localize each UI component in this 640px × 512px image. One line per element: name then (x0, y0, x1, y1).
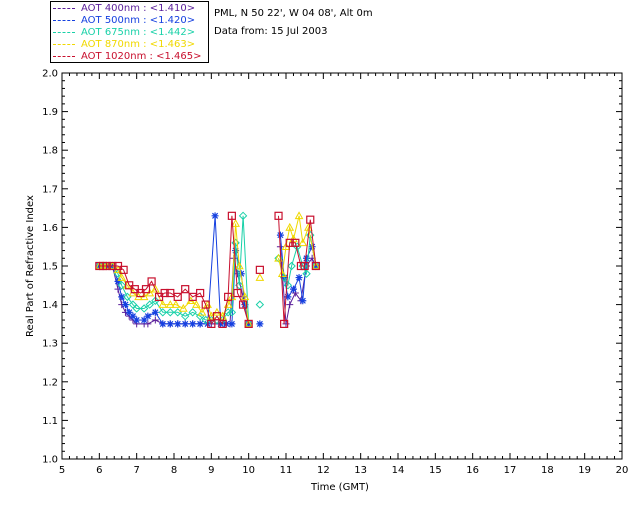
plot-axes (61, 72, 623, 460)
legend-swatch (53, 43, 75, 45)
legend-swatch (53, 19, 75, 21)
legend-item: AOT 870nm : <1.463> (53, 39, 195, 51)
x-tick-label: 14 (392, 465, 405, 476)
x-tick-label: 10 (242, 465, 255, 476)
x-tick-label: 7 (133, 465, 139, 476)
data-point (144, 312, 152, 320)
y-tick-label: 1.4 (42, 300, 58, 311)
x-tick-label: 15 (429, 465, 442, 476)
chart-canvas: 5 6 7 8 9 10 11 12 13 14 15 16 17 18 19 20 1.0 1.1 1.2 1.3 1… (25, 69, 628, 494)
data-point (276, 231, 284, 239)
data-point (196, 320, 204, 328)
legend-item: AOT 500nm : <1.420> (53, 15, 195, 27)
plot-frame (61, 72, 623, 460)
legend-swatch (53, 7, 75, 9)
y-tick-label: 1.5 (42, 262, 58, 273)
data-point (211, 212, 219, 220)
y-axis-label: Real Part of Refractive Index (25, 195, 36, 337)
data-point (228, 320, 236, 328)
y-tick-label: 1.1 (42, 416, 58, 427)
x-tick-label: 5 (59, 465, 65, 476)
legend-swatch (53, 55, 75, 57)
x-tick-label: 19 (578, 465, 591, 476)
legend-label: AOT 400nm : <1.410> (81, 3, 196, 14)
series-layer (94, 211, 321, 329)
data-point (159, 320, 167, 328)
site-info: PML, N 50 22', W 04 08', Alt 0m (214, 8, 373, 19)
x-tick-label: 13 (354, 465, 367, 476)
date-info: Data from: 15 Jul 2003 (214, 26, 328, 37)
y-tick-label: 1.3 (42, 339, 58, 350)
data-point (299, 297, 307, 305)
data-point (255, 265, 264, 274)
data-point (166, 320, 174, 328)
data-point (151, 316, 159, 324)
x-tick-label: 17 (504, 465, 517, 476)
data-point (289, 285, 297, 293)
x-tick-label: 11 (280, 465, 293, 476)
data-point (286, 301, 294, 309)
x-tick-label: 9 (208, 465, 214, 476)
data-point (121, 301, 129, 309)
legend-item: AOT 400nm : <1.410> (53, 3, 195, 15)
x-tick-label: 20 (616, 465, 629, 476)
y-tick-label: 1.9 (42, 107, 58, 118)
data-point (181, 320, 189, 328)
legend-item: AOT 1020nm : <1.465> (53, 51, 201, 63)
y-tick-label: 1.7 (42, 184, 58, 195)
y-tick-label: 1.8 (42, 146, 58, 157)
legend-label: AOT 1020nm : <1.465> (81, 51, 202, 62)
data-point (133, 316, 141, 324)
y-tick-label: 2.0 (42, 69, 58, 80)
data-point (295, 274, 303, 282)
x-tick-label: 8 (171, 465, 177, 476)
ticks-layer: 5 6 7 8 9 10 11 12 13 14 15 16 17 18 19 20 1.0 1.1 1.2 1.3 1… (42, 69, 628, 477)
x-tick-label: 12 (317, 465, 330, 476)
x-axis-label: Time (GMT) (310, 482, 369, 493)
data-point (303, 254, 311, 262)
legend-label: AOT 500nm : <1.420> (81, 15, 196, 26)
data-point (255, 273, 265, 281)
x-tick-label: 18 (541, 465, 554, 476)
y-tick-label: 1.6 (42, 223, 58, 234)
legend-item: AOT 675nm : <1.442> (53, 27, 195, 39)
data-point (189, 320, 197, 328)
data-point (255, 300, 265, 309)
data-point (256, 320, 264, 328)
y-tick-label: 1.0 (42, 455, 58, 466)
legend: AOT 400nm : <1.410> AOT 500nm : <1.420> … (50, 1, 209, 63)
x-tick-label: 6 (96, 465, 102, 476)
legend-label: AOT 870nm : <1.463> (81, 39, 196, 50)
x-tick-label: 16 (466, 465, 479, 476)
data-point (151, 308, 159, 316)
legend-label: AOT 675nm : <1.442> (81, 27, 196, 38)
legend-swatch (53, 31, 75, 33)
y-tick-label: 1.2 (42, 377, 58, 388)
data-point (174, 320, 182, 328)
